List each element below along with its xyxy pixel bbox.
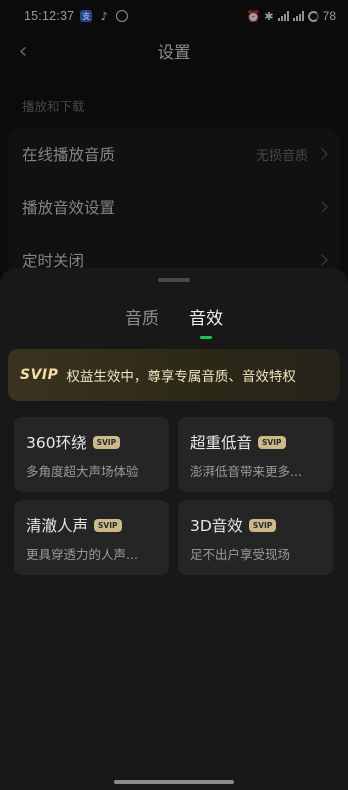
tab-effects[interactable]: 音效 — [189, 304, 223, 339]
svip-badge: SVIP — [92, 435, 121, 449]
effect-title: 超重低音 — [190, 434, 253, 452]
svip-banner-text: 权益生效中，尊享专属音质、音效特权 — [66, 369, 296, 385]
chevron-right-icon — [316, 254, 328, 266]
effect-desc: 足不出户享受现场 — [190, 547, 291, 562]
setting-row-quality[interactable]: 在线播放音质 无损音质 — [22, 128, 328, 180]
svip-badge: SVIP — [248, 518, 277, 532]
effect-card-surround[interactable]: 360环绕 SVIP 多角度超大声场体验 — [14, 417, 169, 492]
bluetooth-icon: ✱ — [264, 10, 274, 23]
svip-banner[interactable]: SVIP 权益生效中，尊享专属音质、音效特权 — [8, 349, 340, 401]
svip-logo: SVIP — [20, 367, 59, 383]
alarm-icon: ⏰ — [246, 10, 261, 23]
section-label: 播放和下载 — [22, 99, 85, 114]
effect-card-bass[interactable]: 超重低音 SVIP 澎湃低音带来更多... — [178, 417, 333, 492]
tiktok-icon: ♪ — [100, 9, 108, 23]
effect-desc: 多角度超大声场体验 — [26, 464, 139, 479]
battery-icon — [307, 10, 319, 22]
page-title: 设置 — [157, 43, 191, 62]
settings-card: 在线播放音质 无损音质 播放音效设置 定时关闭 — [8, 128, 340, 278]
chevron-right-icon — [316, 148, 328, 160]
signal-icon-2 — [292, 11, 304, 21]
svip-badge: SVIP — [94, 518, 122, 532]
compass-icon — [116, 10, 129, 22]
setting-label: 播放音效设置 — [22, 199, 116, 217]
effect-desc: 更具穿透力的人声... — [26, 547, 138, 562]
effect-title: 清澈人声 — [26, 517, 89, 535]
effect-card-vocal[interactable]: 清澈人声 SVIP 更具穿透力的人声... — [14, 500, 169, 575]
status-bar: 15:12:37 支 ♪ ⏰ ✱ 78 — [0, 0, 348, 32]
effect-desc: 澎湃低音带来更多... — [190, 464, 302, 479]
sheet-grabber[interactable] — [158, 278, 190, 282]
effect-card-3d[interactable]: 3D音效 SVIP 足不出户享受现场 — [178, 500, 333, 575]
home-indicator[interactable] — [114, 780, 234, 784]
bottom-sheet: 音质 音效 SVIP 权益生效中，尊享专属音质、音效特权 360环绕 SVIP … — [0, 268, 348, 790]
tab-bar: 音质 音效 — [0, 304, 348, 339]
battery-level: 78 — [322, 9, 336, 23]
effect-title: 360环绕 — [26, 434, 87, 452]
status-time: 15:12:37 — [24, 9, 75, 23]
svip-badge: SVIP — [258, 435, 286, 449]
alipay-icon: 支 — [80, 10, 93, 22]
setting-row-effects[interactable]: 播放音效设置 — [22, 181, 328, 233]
tab-quality[interactable]: 音质 — [125, 304, 159, 337]
header: ‹ 设置 — [0, 32, 348, 70]
chevron-left-icon: ‹ — [18, 38, 28, 64]
setting-label: 在线播放音质 — [22, 146, 116, 164]
back-button[interactable]: ‹ — [8, 36, 38, 66]
setting-value: 无损音质 — [255, 148, 308, 164]
effect-title: 3D音效 — [190, 517, 243, 535]
chevron-right-icon — [316, 201, 328, 213]
signal-icon — [277, 11, 289, 21]
